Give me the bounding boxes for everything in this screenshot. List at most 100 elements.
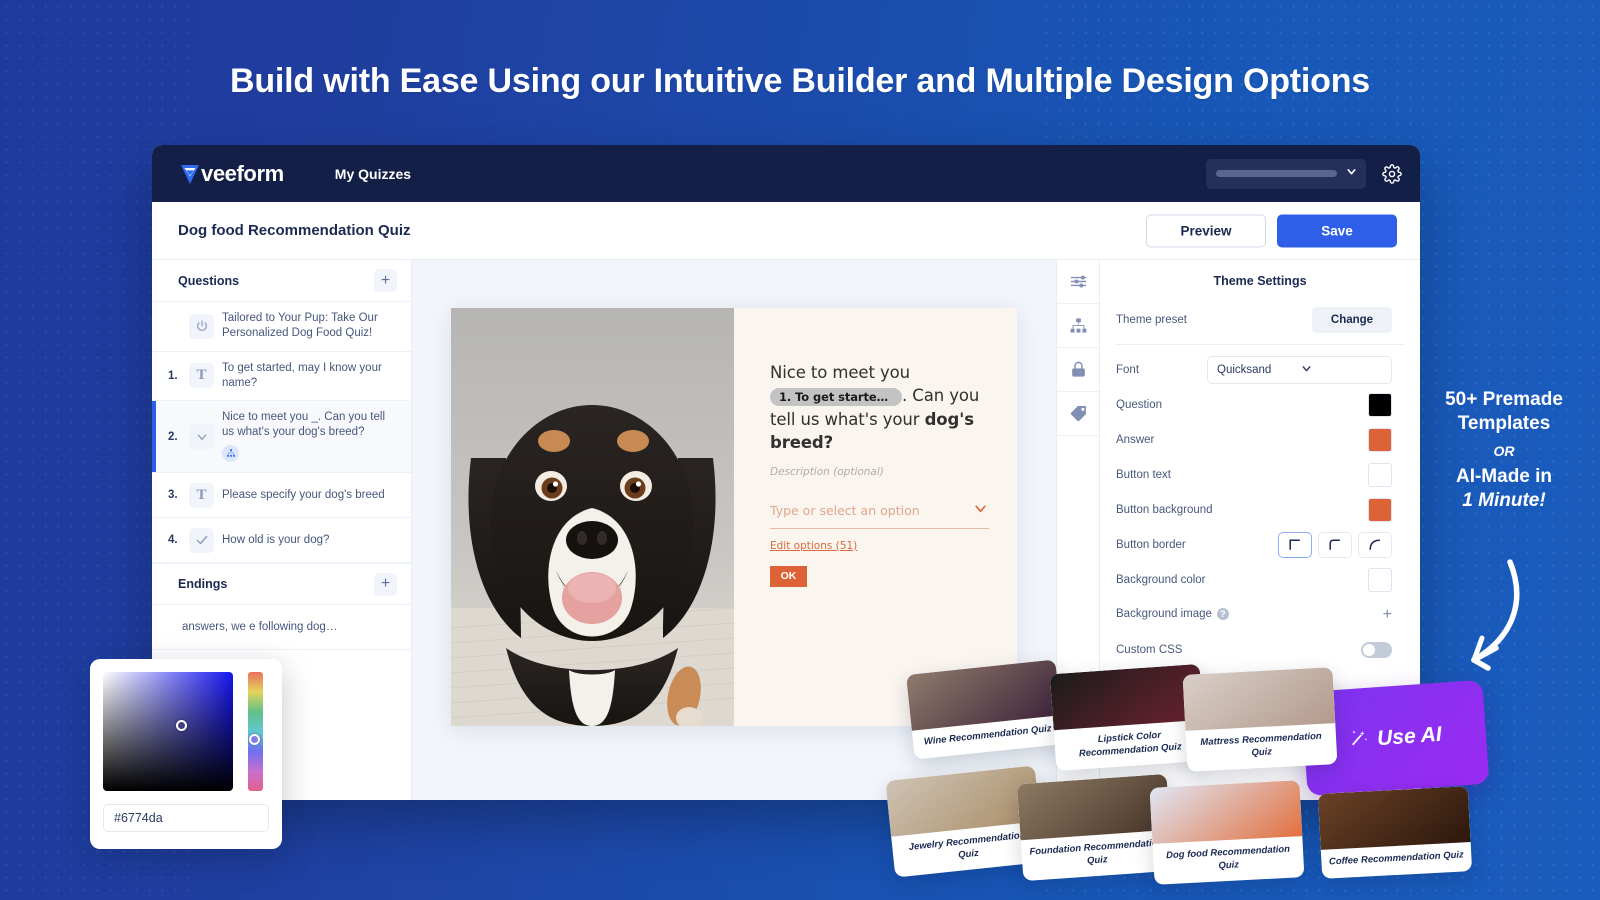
app-topbar: veeform My Quizzes	[152, 145, 1420, 202]
promo-or: OR	[1493, 442, 1515, 459]
button-text-color-swatch[interactable]	[1368, 462, 1392, 487]
divider	[1116, 344, 1404, 345]
nav-my-quizzes[interactable]: My Quizzes	[335, 166, 411, 182]
question-number: 4.	[168, 534, 178, 547]
endings-header-label: Endings	[178, 577, 228, 592]
list-item[interactable]: 4. How old is your dog?	[152, 518, 411, 564]
preview-button[interactable]: Preview	[1146, 214, 1266, 247]
save-button[interactable]: Save	[1277, 214, 1397, 247]
veeform-logo[interactable]: veeform	[178, 161, 284, 187]
font-label: Font	[1116, 363, 1140, 376]
text-icon: T	[189, 363, 214, 389]
change-theme-preset-button[interactable]: Change	[1312, 306, 1392, 333]
logo-text: veeform	[201, 160, 284, 186]
chevron-down-icon	[189, 424, 214, 450]
background-color-swatch[interactable]	[1368, 567, 1392, 592]
template-card-thumbnail	[1016, 773, 1171, 841]
template-card[interactable]: Mattress Recommendation Quiz	[1182, 667, 1338, 772]
template-card[interactable]: Foundation Recommendation Quiz	[1016, 773, 1174, 882]
logic-branch-icon	[222, 444, 239, 462]
border-option-small-round[interactable]	[1318, 531, 1352, 558]
question-color-row: Question	[1100, 387, 1420, 422]
button-border-row: Button border	[1100, 527, 1420, 562]
questions-header: Questions +	[152, 260, 411, 302]
add-ending-button[interactable]: +	[374, 572, 397, 596]
custom-css-label: Custom CSS	[1116, 643, 1183, 656]
template-card[interactable]: Coffee Recommendation Quiz	[1317, 786, 1473, 879]
quiz-selector-dropdown[interactable]	[1206, 158, 1366, 189]
color-picker-popover[interactable]	[90, 659, 282, 849]
help-icon[interactable]: ?	[1216, 608, 1229, 621]
list-item[interactable]: Tailored to Your Pup: Take Our Personali…	[152, 302, 411, 352]
background-image-label-wrap: Background image?	[1116, 608, 1383, 621]
hex-color-input[interactable]	[103, 804, 269, 832]
template-card-thumbnail	[1317, 786, 1471, 850]
list-item[interactable]: 1. T To get started, may I know your name?	[152, 352, 411, 402]
question-label: Please specify your dog's breed	[222, 488, 385, 501]
button-border-options	[1278, 531, 1392, 558]
lock-icon[interactable]	[1057, 348, 1099, 392]
template-card[interactable]: Wine Recommendation Quiz	[905, 659, 1065, 760]
question-color-label: Question	[1116, 398, 1163, 411]
border-option-large-round[interactable]	[1358, 531, 1392, 558]
sitemap-icon[interactable]	[1057, 304, 1099, 348]
sliders-icon[interactable]	[1057, 260, 1099, 304]
power-icon	[189, 313, 214, 339]
button-text-color-label: Button text	[1116, 468, 1171, 481]
veeform-chevron-logo-icon	[178, 162, 202, 186]
question-label: Tailored to Your Pup: Take Our Personali…	[222, 312, 378, 340]
add-background-image-button[interactable]: +	[1383, 606, 1392, 623]
list-item[interactable]: answers, we e following dog…	[152, 605, 411, 651]
border-option-square[interactable]	[1278, 531, 1312, 558]
promo-text-block: 50+ Premade Templates OR AI-Made in 1 Mi…	[1424, 388, 1584, 513]
curved-arrow-down-left-icon	[1438, 556, 1528, 681]
preview-description-placeholder[interactable]: Description (optional)	[770, 466, 989, 478]
subbar-actions: Preview Save	[1146, 214, 1397, 247]
saturation-value-field[interactable]	[103, 672, 233, 791]
tag-icon[interactable]	[1057, 392, 1099, 436]
background-color-label: Background color	[1116, 573, 1206, 586]
custom-css-toggle[interactable]	[1361, 641, 1392, 658]
button-text-color-row: Button text	[1100, 457, 1420, 492]
question-color-swatch[interactable]	[1368, 392, 1392, 417]
button-background-color-swatch[interactable]	[1368, 497, 1392, 522]
app-subbar: Dog food Recommendation Quiz Preview Sav…	[152, 202, 1420, 260]
preview-option-select[interactable]: Type or select an option	[770, 500, 989, 529]
questions-list: Tailored to Your Pup: Take Our Personali…	[152, 302, 411, 564]
hue-slider[interactable]	[248, 672, 264, 791]
theme-preset-row: Theme preset Change	[1100, 302, 1420, 337]
edit-options-link[interactable]: Edit options (51)	[770, 540, 857, 552]
list-item[interactable]: 3. T Please specify your dog's breed	[152, 473, 411, 519]
template-card-thumbnail	[1149, 780, 1303, 844]
template-card[interactable]: Dog food Recommendation Quiz	[1149, 780, 1305, 885]
background-color-row: Background color	[1100, 562, 1420, 597]
question-number: 1.	[168, 369, 178, 382]
preview-variable-chip[interactable]: 1. To get started, ma…	[770, 387, 902, 407]
chevron-down-icon	[1300, 362, 1383, 378]
quiz-selector-placeholder-bar	[1216, 170, 1337, 177]
preview-ok-button[interactable]: OK	[770, 565, 807, 587]
topbar-right-group	[1206, 158, 1402, 189]
hue-slider-handle[interactable]	[249, 734, 261, 745]
question-number: 2.	[168, 430, 178, 443]
font-select-value: Quicksand	[1217, 363, 1272, 376]
question-number: 3.	[168, 489, 178, 502]
button-border-label: Button border	[1116, 538, 1186, 551]
list-item[interactable]: 2. Nice to meet you _. Can you tell us wh…	[152, 401, 411, 474]
page-headline: Build with Ease Using our Intuitive Buil…	[230, 62, 1370, 100]
check-icon	[189, 527, 214, 553]
custom-css-row: Custom CSS	[1100, 632, 1420, 667]
background-image-row: Background image? +	[1100, 597, 1420, 632]
font-select[interactable]: Quicksand	[1207, 355, 1392, 384]
answer-color-row: Answer	[1100, 422, 1420, 457]
button-background-color-label: Button background	[1116, 503, 1213, 516]
answer-color-swatch[interactable]	[1368, 427, 1392, 452]
gear-icon[interactable]	[1382, 163, 1402, 184]
question-label: To get started, may I know your name?	[222, 361, 382, 389]
preview-question-text: Nice to meet you 1. To get started, ma….…	[770, 361, 989, 455]
promo-line-2: AI-Made in	[1455, 465, 1553, 487]
saturation-value-handle[interactable]	[176, 720, 187, 731]
theme-settings-title: Theme Settings	[1213, 274, 1307, 288]
text-icon: T	[189, 482, 214, 508]
add-question-button[interactable]: +	[374, 269, 397, 292]
